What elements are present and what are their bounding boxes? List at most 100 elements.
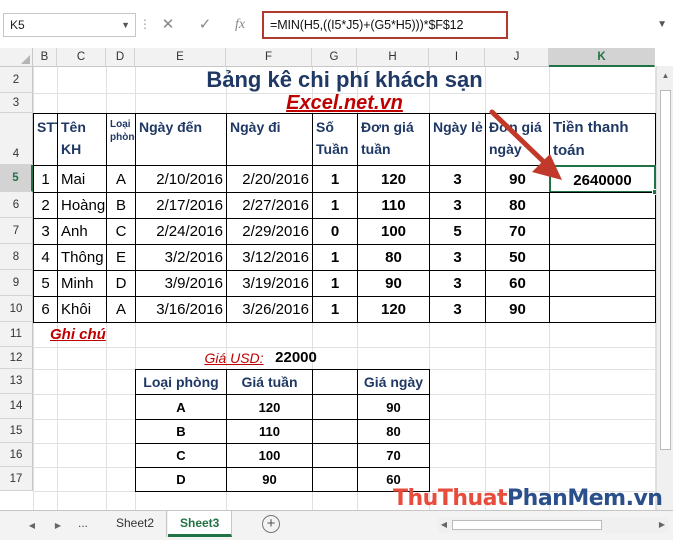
column-header-j[interactable]: J: [485, 48, 549, 67]
cell-ngay-den[interactable]: 3/9/2016: [135, 270, 227, 297]
tab-more[interactable]: ...: [78, 516, 88, 530]
sheet-subtitle[interactable]: Excel.net.vn: [33, 93, 656, 114]
lookup-spacer[interactable]: [312, 369, 358, 395]
cell-don-gia-ngay[interactable]: 60: [485, 270, 550, 297]
cell-ngay-di[interactable]: 3/19/2016: [226, 270, 313, 297]
cell-ngay-di[interactable]: 2/29/2016: [226, 218, 313, 245]
lookup-gia-ngay[interactable]: 80: [357, 419, 430, 444]
cancel-button[interactable]: ✕: [154, 13, 182, 37]
lookup-gia-tuan[interactable]: 120: [226, 394, 313, 420]
header-ten-kh[interactable]: Tên KH: [57, 113, 107, 166]
cell-loai-phong[interactable]: B: [106, 192, 136, 219]
usd-value[interactable]: 22000: [226, 347, 358, 370]
lookup-spacer[interactable]: [312, 467, 358, 492]
cell-don-gia-ngay[interactable]: 80: [485, 192, 550, 219]
row-header-6[interactable]: 6: [0, 192, 33, 218]
cell-don-gia-tuan[interactable]: 80: [357, 244, 430, 271]
lookup-header-loai-phong[interactable]: Loại phòng: [135, 369, 227, 395]
scroll-thumb-horizontal[interactable]: [452, 520, 602, 530]
cell-ngay-le[interactable]: 3: [429, 296, 486, 323]
cell-so-tuan[interactable]: 1: [312, 244, 358, 271]
cell-ngay-den[interactable]: 2/17/2016: [135, 192, 227, 219]
column-header-b[interactable]: B: [33, 48, 57, 67]
horizontal-scrollbar[interactable]: ◀ ▶: [438, 517, 668, 533]
cell-ngay-le[interactable]: 3: [429, 270, 486, 297]
cell-loai-phong[interactable]: E: [106, 244, 136, 271]
lookup-gia-tuan[interactable]: 90: [226, 467, 313, 492]
worksheet-grid[interactable]: B C D E F G H I J K 2 3 4 5 6 7 8 9 10 11 12 13 14 15 16 17 Bảng k…: [0, 48, 673, 510]
formula-input[interactable]: =MIN(H5,((I5*J5)+(G5*H5)))*$F$12: [262, 11, 508, 39]
cell-don-gia-ngay[interactable]: 70: [485, 218, 550, 245]
row-header-7[interactable]: 7: [0, 218, 33, 244]
lookup-loai[interactable]: A: [135, 394, 227, 420]
cell-don-gia-tuan[interactable]: 120: [357, 296, 430, 323]
select-all-button[interactable]: [0, 48, 33, 67]
cell-ten-kh[interactable]: Anh: [57, 218, 107, 245]
header-don-gia-ngay[interactable]: Đơn giá ngày: [485, 113, 550, 166]
cell-ngay-di[interactable]: 2/20/2016: [226, 165, 313, 193]
sheet-title[interactable]: Bảng kê chi phí khách sạn: [33, 67, 656, 94]
cell-ngay-di[interactable]: 2/27/2016: [226, 192, 313, 219]
lookup-gia-tuan[interactable]: 100: [226, 443, 313, 468]
cell-tien-thanh-toan[interactable]: [549, 270, 656, 297]
tab-next-icon[interactable]: ▶: [50, 517, 66, 535]
cell-ngay-le[interactable]: 3: [429, 165, 486, 193]
cell-stt[interactable]: 6: [33, 296, 58, 323]
cell-ngay-den[interactable]: 3/16/2016: [135, 296, 227, 323]
chevron-down-icon[interactable]: ▼: [121, 14, 130, 36]
cell-so-tuan[interactable]: 1: [312, 296, 358, 323]
row-header-9[interactable]: 9: [0, 270, 33, 296]
header-tien-thanh-toan[interactable]: Tiền thanh toán: [549, 113, 656, 166]
lookup-loai[interactable]: B: [135, 419, 227, 444]
cell-loai-phong[interactable]: A: [106, 165, 136, 193]
cell-so-tuan[interactable]: 1: [312, 192, 358, 219]
cell-ngay-le[interactable]: 3: [429, 192, 486, 219]
cell-don-gia-tuan[interactable]: 120: [357, 165, 430, 193]
add-sheet-button[interactable]: +: [262, 515, 280, 533]
cell-tien-thanh-toan[interactable]: [549, 244, 656, 271]
enter-button[interactable]: ✓: [191, 13, 219, 37]
column-header-d[interactable]: D: [106, 48, 135, 67]
column-header-i[interactable]: I: [429, 48, 485, 67]
cell-don-gia-tuan[interactable]: 90: [357, 270, 430, 297]
header-ngay-le[interactable]: Ngày lẻ: [429, 113, 486, 166]
cell-so-tuan[interactable]: 1: [312, 270, 358, 297]
lookup-header-gia-ngay[interactable]: Giá ngày: [357, 369, 430, 395]
cell-ngay-den[interactable]: 3/2/2016: [135, 244, 227, 271]
note-label[interactable]: Ghi chú: [33, 322, 136, 348]
cell-stt[interactable]: 2: [33, 192, 58, 219]
header-so-tuan[interactable]: Số Tuần: [312, 113, 358, 166]
header-don-gia-tuan[interactable]: Đơn giá tuần: [357, 113, 430, 166]
cell-loai-phong[interactable]: D: [106, 270, 136, 297]
vertical-scrollbar[interactable]: ▲: [656, 66, 673, 510]
header-ngay-den[interactable]: Ngày đến: [135, 113, 227, 166]
cell-ngay-den[interactable]: 2/24/2016: [135, 218, 227, 245]
row-header-14[interactable]: 14: [0, 394, 33, 419]
row-header-11[interactable]: 11: [0, 322, 33, 347]
row-header-13[interactable]: 13: [0, 369, 33, 394]
cell-ngay-le[interactable]: 5: [429, 218, 486, 245]
lookup-spacer[interactable]: [312, 419, 358, 444]
scroll-left-icon[interactable]: ◀: [438, 517, 450, 533]
lookup-gia-ngay[interactable]: 70: [357, 443, 430, 468]
row-header-16[interactable]: 16: [0, 443, 33, 467]
name-box[interactable]: K5 ▼: [3, 13, 136, 37]
tab-sheet3[interactable]: Sheet3: [168, 511, 233, 537]
scroll-up-icon[interactable]: ▲: [657, 68, 673, 84]
column-header-e[interactable]: E: [135, 48, 226, 67]
row-header-17[interactable]: 17: [0, 467, 33, 491]
lookup-gia-ngay[interactable]: 90: [357, 394, 430, 420]
cell-ten-kh[interactable]: Thông: [57, 244, 107, 271]
cell-stt[interactable]: 5: [33, 270, 58, 297]
cell-stt[interactable]: 1: [33, 165, 58, 193]
cell-tien-thanh-toan[interactable]: [549, 192, 656, 219]
lookup-loai[interactable]: C: [135, 443, 227, 468]
cell-don-gia-tuan[interactable]: 100: [357, 218, 430, 245]
cell-don-gia-ngay[interactable]: 90: [485, 296, 550, 323]
column-header-c[interactable]: C: [57, 48, 106, 67]
cell-tien-thanh-toan[interactable]: 2640000: [549, 165, 656, 193]
column-header-h[interactable]: H: [357, 48, 429, 67]
cell-ten-kh[interactable]: Hoàng: [57, 192, 107, 219]
cell-don-gia-ngay[interactable]: 50: [485, 244, 550, 271]
row-header-3[interactable]: 3: [0, 93, 33, 113]
